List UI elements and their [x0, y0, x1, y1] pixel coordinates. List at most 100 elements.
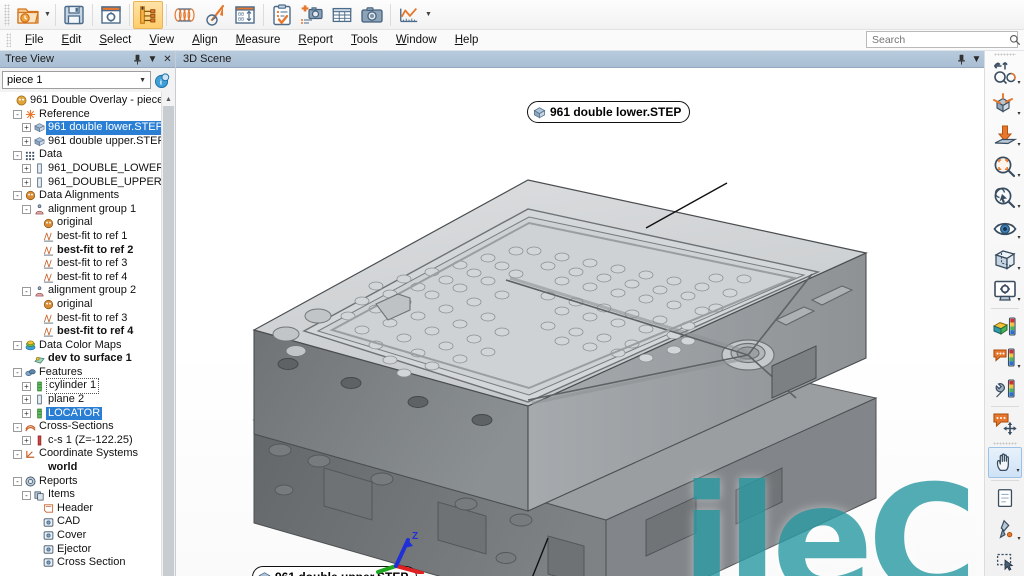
tree-item[interactable]: - Items [2, 488, 161, 502]
3d-viewport[interactable]: 961 double lower.STEP 961 double upper.S… [176, 68, 984, 576]
display-settings-tool-button[interactable]: ▾ [988, 275, 1022, 306]
collapse-icon[interactable]: - [13, 150, 22, 160]
menu-view[interactable]: View [140, 32, 183, 48]
tree-item[interactable]: +961_DOUBLE_UPPER.ply [2, 176, 161, 190]
chevron-down-icon[interactable]: ▾ [1017, 141, 1020, 148]
tree-item[interactable]: Cross Section [2, 556, 161, 570]
tree-item[interactable]: - Data Color Maps [2, 339, 161, 353]
collapse-icon[interactable]: - [22, 490, 31, 500]
pan-hand-tool-button[interactable]: ▾ [987, 447, 1022, 479]
tree-item[interactable]: +961_DOUBLE_LOWER.ply [2, 162, 161, 176]
add-snapshot-button[interactable] [297, 1, 327, 29]
tree-item[interactable]: - Coordinate Systems [2, 447, 161, 461]
dimension-button[interactable]: 00 00 [230, 1, 260, 29]
collapse-icon[interactable]: - [13, 109, 22, 119]
align-view-tool-button[interactable]: ▾ [988, 89, 1022, 120]
insert-table-button[interactable] [327, 1, 357, 29]
menu-select[interactable]: Select [90, 32, 140, 48]
visibility-tool-button[interactable]: ▾ [988, 213, 1022, 244]
tree-item[interactable]: - Reference [2, 108, 161, 122]
tree-item[interactable]: CAD [2, 515, 161, 529]
chevron-down-icon[interactable]: ▾ [1017, 79, 1020, 86]
tree-item[interactable]: Cover [2, 529, 161, 543]
menu-window[interactable]: Window [387, 32, 446, 48]
color-map-tool-button[interactable] [988, 311, 1022, 342]
collapse-icon[interactable]: - [13, 340, 22, 350]
collapse-icon[interactable]: - [13, 191, 22, 201]
menu-help[interactable]: Help [446, 32, 488, 48]
menu-edit[interactable]: Edit [53, 32, 91, 48]
tree-item[interactable]: original [2, 216, 161, 230]
chevron-down-icon[interactable]: ▾ [1017, 234, 1020, 241]
tree-item[interactable]: +961 double lower.STEP [2, 121, 161, 135]
open-file-caret[interactable]: ▼ [43, 1, 52, 29]
capture-image-button[interactable] [357, 1, 387, 29]
tree-item[interactable]: best-fit to ref 1 [2, 230, 161, 244]
auto-hide-pin-icon[interactable] [130, 52, 145, 67]
tree-item[interactable]: 961 Double Overlay - piece 1 [2, 94, 161, 108]
zoom-fit-tool-button[interactable]: ▾ [988, 151, 1022, 182]
chart-button[interactable] [394, 1, 424, 29]
chevron-down-icon[interactable]: ▾ [1017, 172, 1020, 179]
tree-item[interactable]: + plane 2 [2, 393, 161, 407]
tree-item[interactable]: - Reports [2, 475, 161, 489]
measure-angle-button[interactable] [200, 1, 230, 29]
collapse-icon[interactable]: - [22, 205, 31, 215]
piece-combobox[interactable]: piece 1 ▼ [2, 71, 151, 89]
search-box[interactable] [866, 31, 1021, 48]
expand-icon[interactable]: + [22, 436, 31, 446]
drop-to-plane-tool-button[interactable]: ▾ [988, 120, 1022, 151]
menubar-grip[interactable] [6, 33, 11, 47]
chevron-down-icon[interactable]: ▾ [1017, 363, 1020, 370]
colormap-settings-tool-button[interactable] [988, 373, 1022, 404]
tree-item[interactable]: world [2, 461, 161, 475]
tree-item[interactable]: + c-s 1 (Z=-122.25) [2, 434, 161, 448]
pick-point-tool-button[interactable]: ▾ [988, 514, 1022, 545]
cad-model[interactable] [176, 68, 984, 576]
chevron-down-icon[interactable]: ▾ [1017, 265, 1020, 272]
tree-item[interactable]: + cylinder 1 [2, 378, 161, 395]
chevron-down-icon[interactable]: ▼ [145, 52, 160, 67]
tree-item[interactable]: dev to surface 1 [2, 352, 161, 366]
chevron-down-icon[interactable]: ▼ [969, 52, 984, 67]
tree-item[interactable]: + LOCATOR [2, 406, 161, 421]
info-bubble-icon[interactable]: i [151, 71, 173, 90]
expand-icon[interactable]: + [22, 164, 31, 174]
expand-icon[interactable]: + [22, 408, 31, 418]
collapse-icon[interactable]: - [13, 476, 22, 486]
tree-view-button[interactable] [133, 0, 163, 29]
search-input[interactable] [867, 32, 1009, 47]
chevron-down-icon[interactable]: ▾ [1016, 467, 1019, 474]
chevron-down-icon[interactable]: ▾ [1017, 203, 1020, 210]
clipping-box-tool-button[interactable]: ▾ [988, 244, 1022, 275]
save-button[interactable] [59, 1, 89, 29]
tree-item[interactable]: - Data [2, 148, 161, 162]
tree-vertical-scrollbar[interactable]: ▲ [161, 92, 175, 576]
chevron-down-icon[interactable]: ▾ [1017, 296, 1020, 303]
tree-item[interactable]: - Data Alignments [2, 189, 161, 203]
tree-item[interactable]: - Features [2, 366, 161, 380]
open-file-button[interactable] [13, 1, 43, 29]
inspection-checklist-button[interactable] [267, 1, 297, 29]
tree-list[interactable]: 961 Double Overlay - piece 1- Reference +9… [0, 92, 161, 576]
toolbar-grip[interactable] [4, 3, 10, 26]
collapse-icon[interactable]: - [13, 449, 22, 459]
zoom-select-tool-button[interactable]: ▾ [988, 182, 1022, 213]
close-icon[interactable]: ✕ [160, 52, 175, 67]
expand-icon[interactable]: + [22, 381, 31, 391]
note-tool-button[interactable] [988, 483, 1022, 514]
callout-lower[interactable]: 961 double lower.STEP [527, 101, 691, 123]
right-toolbar-grip[interactable] [993, 53, 1016, 57]
auto-hide-pin-icon[interactable] [954, 52, 969, 67]
menu-file[interactable]: File [16, 32, 53, 48]
expand-icon[interactable]: + [22, 137, 31, 147]
tree-item[interactable]: best-fit to ref 3 [2, 257, 161, 271]
tree-item[interactable]: best-fit to ref 4 [2, 271, 161, 285]
menu-align[interactable]: Align [183, 32, 227, 48]
collapse-icon[interactable]: - [13, 368, 22, 378]
menu-tools[interactable]: Tools [342, 32, 387, 48]
tree-item[interactable]: original [2, 298, 161, 312]
rectangle-select-tool-button[interactable] [988, 545, 1022, 576]
tree-item[interactable]: - alignment group 1 [2, 203, 161, 217]
chevron-down-icon[interactable]: ▾ [1017, 535, 1020, 542]
